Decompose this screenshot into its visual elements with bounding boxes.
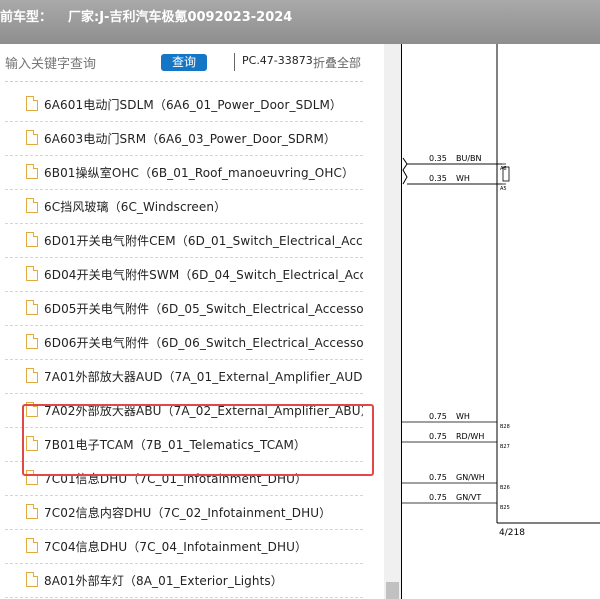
catalog-panel: 查询 PC.47-33873 折叠全部 6A601电动门SDLM（6A6_01_… — [0, 44, 384, 599]
vertical-scrollbar[interactable] — [384, 44, 401, 599]
wire-color: WH — [456, 412, 470, 421]
search-input[interactable] — [5, 54, 155, 74]
document-icon — [26, 164, 38, 179]
page-ref: 4/218 — [499, 528, 525, 538]
document-icon — [26, 572, 38, 587]
connector-pin: A6 — [500, 166, 507, 172]
tree-item[interactable]: 7A01外部放大器AUD（7A_01_External_Amplifier_AU… — [5, 360, 363, 394]
tree-item[interactable]: 6A603电动门SRM（6A6_03_Power_Door_SDRM） — [5, 122, 363, 156]
tree-item-label: 6D04开关电气附件SWM（6D_04_Switch_Electrical_Ac… — [44, 268, 363, 282]
wire-color: BU/BN — [456, 154, 482, 163]
window-header: 前车型： 厂家:J-吉利汽车极氪0092023-2024 — [0, 0, 600, 44]
tree-item-label: 8A01外部车灯（8A_01_Exterior_Lights） — [44, 574, 283, 588]
document-icon — [26, 436, 38, 451]
tree-item[interactable]: 6D05开关电气附件（6D_05_Switch_Electrical_Acces… — [5, 292, 363, 326]
manufacturer-label: 厂家:J-吉利汽车极氪0092023-2024 — [68, 10, 293, 25]
tree-item[interactable]: 7B01电子TCAM（7B_01_Telematics_TCAM） — [5, 428, 363, 462]
tree-item-label: 7C04信息DHU（7C_04_Infotainment_DHU） — [44, 540, 308, 554]
connector-pin: B27 — [500, 444, 510, 450]
wire-gauge: 0.35 — [429, 154, 447, 163]
wire-color: GN/VT — [456, 493, 481, 502]
tree-item-label: 7B01电子TCAM（7B_01_Telematics_TCAM） — [44, 438, 307, 452]
tree-item[interactable]: 6D04开关电气附件SWM（6D_04_Switch_Electrical_Ac… — [5, 258, 363, 292]
document-icon — [26, 198, 38, 213]
model-label: 前车型： — [0, 10, 53, 25]
tree-item[interactable]: 7C02信息内容DHU（7C_02_Infotainment_DHU） — [5, 496, 363, 530]
tree-item[interactable]: 6D06开关电气附件（6D_06_Switch_Electrical_Acces… — [5, 326, 363, 360]
tree-item-label: 6A601电动门SDLM（6A6_01_Power_Door_SDLM） — [44, 98, 343, 112]
connector-pin: A5 — [500, 186, 507, 192]
document-icon — [26, 300, 38, 315]
wire-color: RD/WH — [456, 432, 484, 441]
document-icon — [26, 334, 38, 349]
tree-item-label: 6D06开关电气附件（6D_06_Switch_Electrical_Acces… — [44, 336, 363, 350]
tree-item-label: 6B01操纵室OHC（6B_01_Roof_manoeuvring_OHC） — [44, 166, 355, 180]
search-button[interactable]: 查询 — [161, 54, 207, 71]
tree-item[interactable]: 6A601电动门SDLM（6A6_01_Power_Door_SDLM） — [5, 88, 363, 122]
document-icon — [26, 96, 38, 111]
pc-code: PC.47-33873 — [242, 54, 313, 67]
tree-item-label: 6D05开关电气附件（6D_05_Switch_Electrical_Acces… — [44, 302, 363, 316]
wire-color: GN/WH — [456, 473, 485, 482]
tree-item-label: 7A01外部放大器AUD（7A_01_External_Amplifier_AU… — [44, 370, 363, 384]
wire-gauge: 0.75 — [429, 412, 447, 421]
tree-item[interactable]: 8A01外部车灯（8A_01_Exterior_Lights） — [5, 564, 363, 598]
tree-item[interactable]: 6C挡风玻璃（6C_Windscreen） — [5, 190, 363, 224]
collapse-all-link[interactable]: 折叠全部 — [313, 54, 361, 71]
wire-color: WH — [456, 174, 470, 183]
tree-item-label: 7A02外部放大器ABU（7A_02_External_Amplifier_AB… — [44, 404, 363, 418]
tree-item-label: 7C02信息内容DHU（7C_02_Infotainment_DHU） — [44, 506, 332, 520]
tree-item-label: 6D01开关电气附件CEM（6D_01_Switch_Electrical_Ac… — [44, 234, 363, 248]
document-icon — [26, 130, 38, 145]
scrollbar-thumb[interactable] — [386, 582, 399, 599]
toolbar-divider — [234, 53, 235, 71]
wire-gauge: 0.75 — [429, 432, 447, 441]
tree-item-label: 6C挡风玻璃（6C_Windscreen） — [44, 200, 227, 214]
document-icon — [26, 402, 38, 417]
document-icon — [26, 232, 38, 247]
tree-item[interactable]: 7A02外部放大器ABU（7A_02_External_Amplifier_AB… — [5, 394, 363, 428]
tree-item[interactable]: 6B01操纵室OHC（6B_01_Roof_manoeuvring_OHC） — [5, 156, 363, 190]
document-icon — [26, 266, 38, 281]
connector-pin: B25 — [500, 505, 510, 511]
document-icon — [26, 368, 38, 383]
connector-pin: B28 — [500, 424, 510, 430]
wire-gauge: 0.75 — [429, 473, 447, 482]
tree-item-label: 7C01信息DHU（7C_01_Infotainment_DHU） — [44, 472, 308, 486]
divider — [5, 81, 363, 82]
wiring-diagram-svg: 0.35 BU/BN A6 0.35 WH A5 0.75 WH B28 0.75 RD/WH B2… — [402, 44, 600, 538]
connector-pin: B26 — [500, 485, 510, 491]
document-icon — [26, 504, 38, 519]
wire-gauge: 0.35 — [429, 174, 447, 183]
tree-item[interactable]: 6D01开关电气附件CEM（6D_01_Switch_Electrical_Ac… — [5, 224, 363, 258]
wire-gauge: 0.75 — [429, 493, 447, 502]
search-bar: 查询 PC.47-33873 折叠全部 — [0, 44, 384, 82]
wiring-diagram: 0.35 BU/BN A6 0.35 WH A5 0.75 WH B28 0.75 RD/WH B2… — [401, 44, 600, 599]
document-icon — [26, 538, 38, 553]
tree-item[interactable]: 7C01信息DHU（7C_01_Infotainment_DHU） — [5, 462, 363, 496]
document-icon — [26, 470, 38, 485]
tree-item[interactable]: 7C04信息DHU（7C_04_Infotainment_DHU） — [5, 530, 363, 564]
tree-item-label: 6A603电动门SRM（6A6_03_Power_Door_SDRM） — [44, 132, 336, 146]
